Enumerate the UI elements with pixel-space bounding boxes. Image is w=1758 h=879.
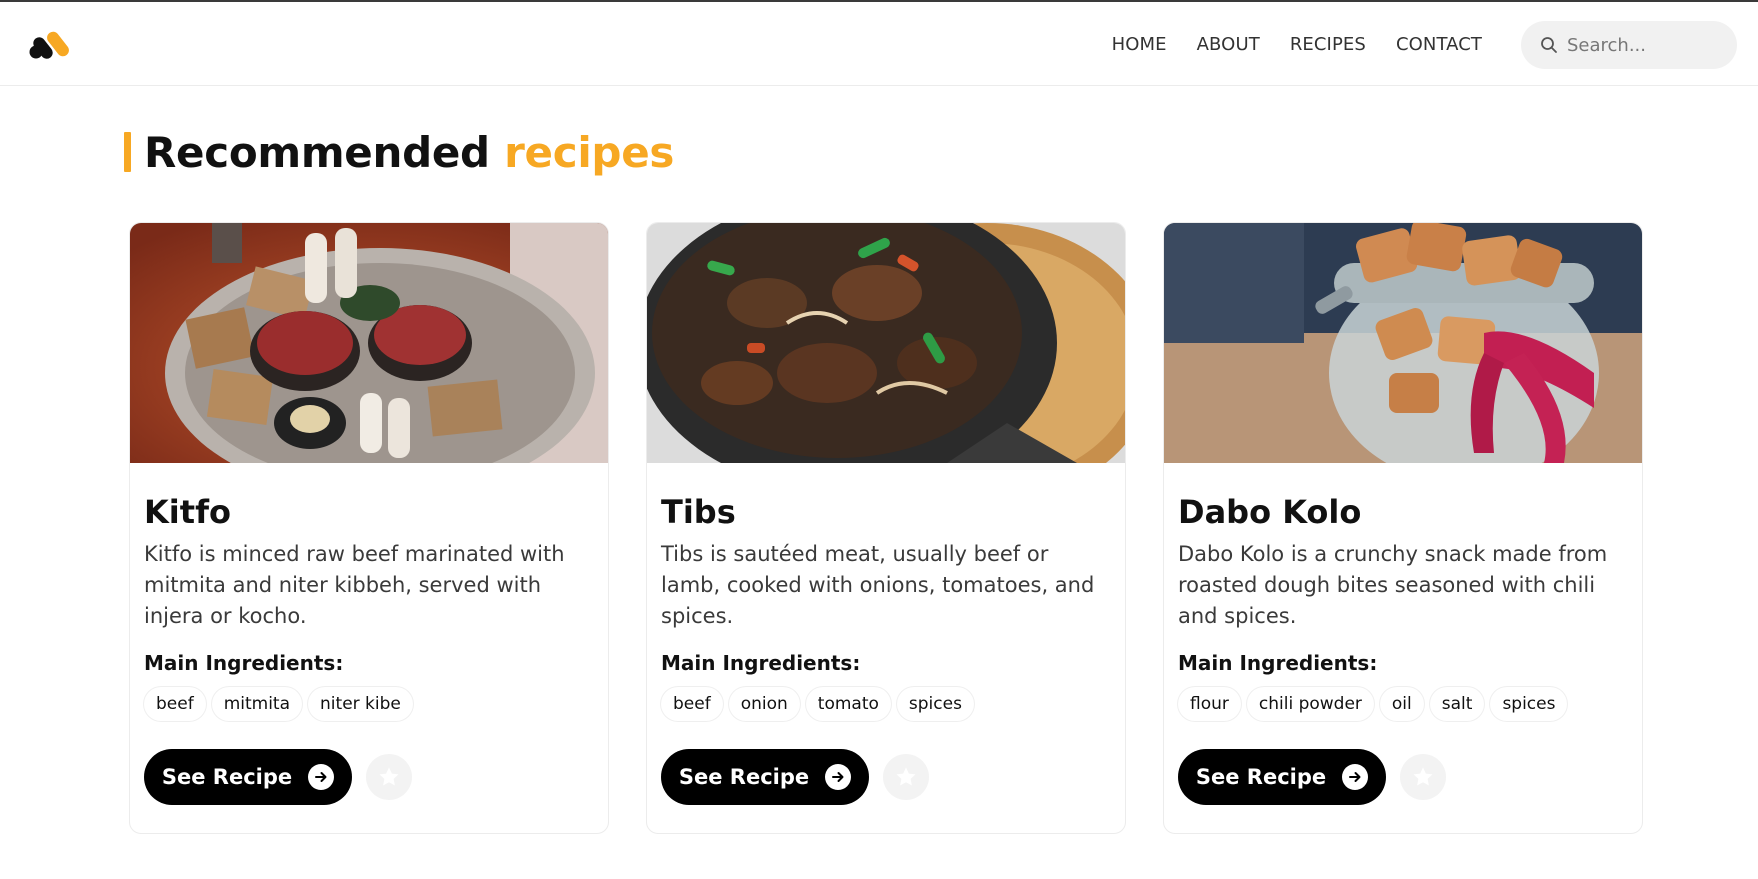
ingredient-tag: niter kibe [308, 687, 413, 721]
ingredient-tag: flour [1178, 687, 1241, 721]
navbar: HOME ABOUT RECIPES CONTACT [0, 2, 1758, 86]
section-title: Recommended recipes [124, 126, 674, 178]
recipe-description: Dabo Kolo is a crunchy snack made from r… [1178, 542, 1608, 628]
recipe-card-dabo-kolo: Dabo Kolo Dabo Kolo is a crunchy snack m… [1163, 222, 1643, 834]
ingredient-tag: salt [1429, 687, 1485, 721]
recipe-title[interactable]: Tibs [661, 493, 1111, 531]
arrow-right-circle-icon [1342, 764, 1369, 790]
recipe-image-kitfo[interactable] [130, 223, 608, 463]
ingredient-tag: spices [896, 687, 974, 721]
nav-recipes[interactable]: RECIPES [1290, 34, 1366, 55]
see-recipe-label: See Recipe [161, 765, 293, 789]
ingredients-label: Main Ingredients: [144, 651, 344, 675]
ingredient-tag: tomato [805, 687, 891, 721]
ingredients-label: Main Ingredients: [1178, 651, 1378, 675]
recipe-cards: Kitfo Kitfo is minced raw beef marinated… [129, 222, 1643, 834]
title-accent-bar [124, 132, 131, 172]
card-body: Tibs Tibs is sautéed meat, usually beef … [661, 493, 1111, 721]
recipe-card-tibs: Tibs Tibs is sautéed meat, usually beef … [646, 222, 1126, 834]
favorite-button[interactable] [883, 754, 929, 800]
search-box[interactable] [1521, 21, 1737, 69]
nav-contact[interactable]: CONTACT [1396, 34, 1482, 55]
favorite-button[interactable] [366, 754, 412, 800]
search-input[interactable] [1567, 34, 1727, 56]
recipe-description: Kitfo is minced raw beef marinated with … [144, 542, 565, 628]
card-body: Kitfo Kitfo is minced raw beef marinated… [144, 493, 594, 721]
ingredient-tags: beef onion tomato spices [661, 687, 1111, 721]
see-recipe-button[interactable]: See Recipe [1178, 749, 1386, 805]
card-actions: See Recipe [1178, 749, 1446, 805]
recipe-image-dabo-kolo[interactable] [1164, 223, 1642, 463]
arrow-right-circle-icon [825, 764, 852, 790]
card-actions: See Recipe [144, 749, 412, 805]
star-icon [896, 767, 916, 786]
ingredient-tag: beef [661, 687, 723, 721]
ingredient-tags: flour chili powder oil salt spices [1178, 687, 1628, 721]
nav-home[interactable]: HOME [1112, 34, 1167, 55]
brand-logo[interactable] [28, 28, 86, 60]
card-body: Dabo Kolo Dabo Kolo is a crunchy snack m… [1178, 493, 1628, 721]
page-title: Recommended recipes [144, 128, 674, 177]
ingredients-label: Main Ingredients: [661, 651, 861, 675]
arrow-right-circle-icon [308, 764, 335, 790]
main-nav: HOME ABOUT RECIPES CONTACT [1112, 2, 1482, 86]
ingredient-tag: mitmita [211, 687, 303, 721]
recipe-title[interactable]: Kitfo [144, 493, 594, 531]
star-icon [379, 767, 399, 786]
star-icon [1413, 767, 1433, 786]
ingredient-tag: chili powder [1246, 687, 1374, 721]
search-icon [1539, 35, 1559, 55]
nav-about[interactable]: ABOUT [1197, 34, 1260, 55]
ingredient-tag: spices [1490, 687, 1568, 721]
card-actions: See Recipe [661, 749, 929, 805]
recipe-card-kitfo: Kitfo Kitfo is minced raw beef marinated… [129, 222, 609, 834]
ingredient-tag: onion [728, 687, 800, 721]
recipe-title[interactable]: Dabo Kolo [1178, 493, 1628, 531]
ingredient-tag: beef [144, 687, 206, 721]
ingredient-tags: beef mitmita niter kibe [144, 687, 594, 721]
see-recipe-button[interactable]: See Recipe [144, 749, 352, 805]
see-recipe-label: See Recipe [678, 765, 810, 789]
favorite-button[interactable] [1400, 754, 1446, 800]
title-main: Recommended [144, 127, 490, 177]
title-accent: recipes [504, 127, 675, 177]
recipe-description: Tibs is sautéed meat, usually beef or la… [661, 542, 1095, 628]
recipe-image-tibs[interactable] [647, 223, 1125, 463]
see-recipe-label: See Recipe [1195, 765, 1327, 789]
ingredient-tag: oil [1379, 687, 1424, 721]
see-recipe-button[interactable]: See Recipe [661, 749, 869, 805]
